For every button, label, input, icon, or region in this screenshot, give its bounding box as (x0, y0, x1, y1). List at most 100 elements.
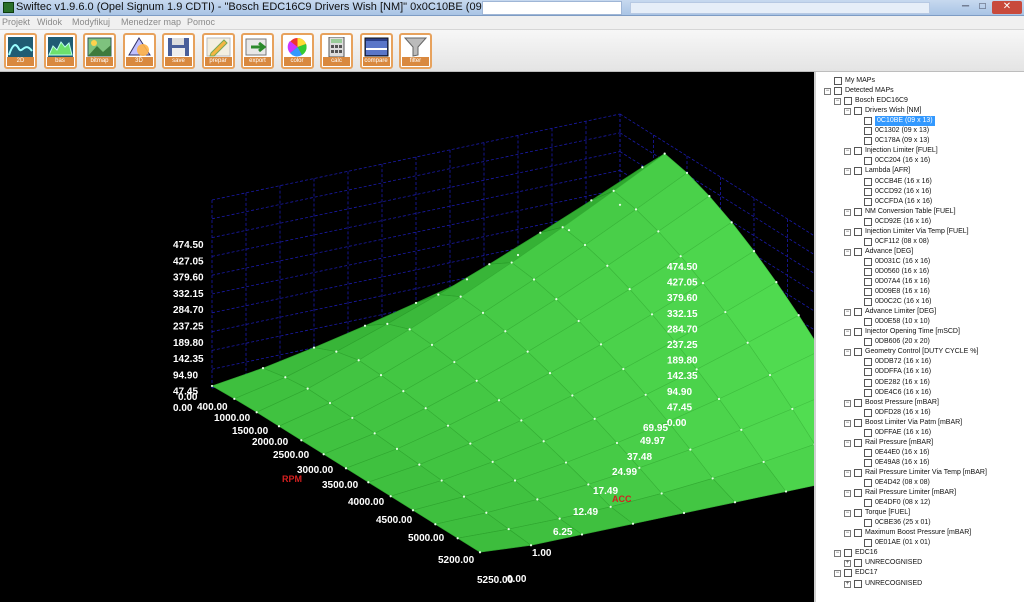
tree-checkbox[interactable] (854, 167, 862, 176)
toolbar-button-export[interactable]: export (241, 33, 274, 69)
tree-node[interactable]: + UNRECOGNISED (816, 579, 1024, 589)
tree-node[interactable]: − Lambda [AFR] (816, 166, 1024, 176)
tree-checkbox[interactable] (854, 418, 862, 427)
tree-map-item[interactable]: 0D031C (16 x 16) (816, 257, 1024, 267)
tree-checkbox[interactable] (864, 338, 872, 347)
tree-checkbox[interactable] (864, 197, 872, 206)
collapse-toggle-icon[interactable]: − (844, 108, 851, 116)
tree-map-item[interactable]: 0DE4C6 (16 x 16) (816, 388, 1024, 398)
tree-checkbox[interactable] (854, 328, 862, 337)
tree-checkbox[interactable] (844, 549, 852, 558)
toolbar-button-3d-shape[interactable]: 3D (122, 33, 156, 69)
tree-map-item[interactable]: 0CCB4E (16 x 16) (816, 177, 1024, 187)
tree-node[interactable]: − Rail Pressure Limiter [mBAR] (816, 488, 1024, 498)
collapse-toggle-icon[interactable]: − (844, 439, 851, 447)
tree-node[interactable]: My MAPs (816, 76, 1024, 86)
menu-menedzer-map[interactable]: Menedzer map (121, 17, 181, 27)
tree-map-item[interactable]: 0E4D42 (08 x 08) (816, 478, 1024, 488)
tree-checkbox[interactable] (854, 529, 862, 538)
tree-node[interactable]: − Boost Pressure [mBAR] (816, 398, 1024, 408)
tree-node[interactable]: − Torque [FUEL] (816, 508, 1024, 518)
collapse-toggle-icon[interactable]: − (834, 550, 841, 558)
tree-node[interactable]: − Advance [DEG] (816, 247, 1024, 257)
tree-checkbox[interactable] (864, 267, 872, 276)
tree-node[interactable]: − EDC16 (816, 548, 1024, 558)
tree-map-item[interactable]: 0CF112 (08 x 08) (816, 237, 1024, 247)
tree-checkbox[interactable] (864, 368, 872, 377)
tree-checkbox[interactable] (854, 509, 862, 518)
tree-map-item[interactable]: 0D0C2C (16 x 16) (816, 297, 1024, 307)
tree-checkbox[interactable] (854, 398, 862, 407)
tree-checkbox[interactable] (844, 569, 852, 578)
tree-checkbox[interactable] (864, 117, 872, 126)
tree-map-item[interactable]: 0CCFDA (16 x 16) (816, 197, 1024, 207)
tree-map-item[interactable]: 0CBE36 (25 x 01) (816, 518, 1024, 528)
menu-projekt[interactable]: Projekt (2, 17, 30, 27)
tree-map-item[interactable]: 0CCD92 (16 x 16) (816, 187, 1024, 197)
tree-map-item[interactable]: 0D0560 (16 x 16) (816, 267, 1024, 277)
expand-toggle-icon[interactable]: + (844, 580, 851, 588)
menu-widok[interactable]: Widok (37, 17, 62, 27)
tree-node[interactable]: − Boost Limiter Via Patm [mBAR] (816, 418, 1024, 428)
toolbar-button-floppy-disk[interactable]: save (162, 33, 195, 69)
collapse-toggle-icon[interactable]: − (844, 148, 851, 156)
toolbar-button-3d-graph[interactable]: bas (43, 33, 77, 69)
tree-checkbox[interactable] (854, 247, 862, 256)
tree-checkbox[interactable] (864, 288, 872, 297)
tree-checkbox[interactable] (834, 77, 842, 85)
tree-node[interactable]: − Injector Opening Time [mSCD] (816, 327, 1024, 337)
tree-node[interactable]: − Drivers Wish [NM] (816, 106, 1024, 116)
tree-map-item[interactable]: 0D0E58 (10 x 10) (816, 317, 1024, 327)
tree-checkbox[interactable] (864, 388, 872, 397)
tree-checkbox[interactable] (864, 519, 872, 528)
tree-map-item[interactable]: 0DDB72 (16 x 16) (816, 357, 1024, 367)
collapse-toggle-icon[interactable]: − (834, 570, 841, 578)
tree-checkbox[interactable] (854, 308, 862, 317)
toolbar-button-image[interactable]: bitmap (83, 33, 116, 69)
tree-map-item[interactable]: 0E01AE (01 x 01) (816, 538, 1024, 548)
tree-checkbox[interactable] (864, 187, 872, 196)
collapse-toggle-icon[interactable]: − (844, 399, 851, 407)
tree-map-item[interactable]: 0C1302 (09 x 13) (816, 126, 1024, 136)
tree-checkbox[interactable] (864, 499, 872, 508)
collapse-toggle-icon[interactable]: − (824, 88, 831, 96)
tree-checkbox[interactable] (864, 479, 872, 487)
collapse-toggle-icon[interactable]: − (844, 329, 851, 337)
tree-checkbox[interactable] (854, 489, 862, 498)
tree-checkbox[interactable] (864, 127, 872, 136)
tree-checkbox[interactable] (864, 358, 872, 367)
collapse-toggle-icon[interactable]: − (844, 490, 851, 498)
tree-node[interactable]: − Bosch EDC16C9 (816, 96, 1024, 106)
tree-checkbox[interactable] (864, 428, 872, 437)
expand-toggle-icon[interactable]: + (844, 560, 851, 568)
collapse-toggle-icon[interactable]: − (834, 98, 841, 106)
toolbar-button-funnel[interactable]: filter (399, 33, 432, 69)
tree-checkbox[interactable] (834, 87, 842, 96)
menu-modyfikuj[interactable]: Modyfikuj (72, 17, 110, 27)
tree-checkbox[interactable] (844, 97, 852, 106)
tree-checkbox[interactable] (864, 378, 872, 387)
collapse-toggle-icon[interactable]: − (844, 469, 851, 477)
tree-node[interactable]: − Maximum Boost Pressure [mBAR] (816, 528, 1024, 538)
tree-map-item[interactable]: 0DE282 (16 x 16) (816, 378, 1024, 388)
tree-checkbox[interactable] (854, 207, 862, 216)
tree-node[interactable]: − Advance Limiter [DEG] (816, 307, 1024, 317)
tree-checkbox[interactable] (864, 318, 872, 327)
tree-checkbox[interactable] (854, 579, 862, 588)
tree-map-item[interactable]: 0DDFFA (16 x 16) (816, 367, 1024, 377)
tree-checkbox[interactable] (864, 157, 872, 166)
collapse-toggle-icon[interactable]: − (844, 530, 851, 538)
tree-map-item[interactable]: 0E4DF0 (08 x 12) (816, 498, 1024, 508)
tree-node[interactable]: − Geometry Control [DUTY CYCLE %] (816, 347, 1024, 357)
collapse-toggle-icon[interactable]: − (844, 510, 851, 518)
tree-checkbox[interactable] (864, 237, 872, 246)
tree-checkbox[interactable] (854, 559, 862, 568)
tree-map-item[interactable]: 0D07A4 (16 x 16) (816, 277, 1024, 287)
tree-checkbox[interactable] (854, 107, 862, 116)
tree-node[interactable]: − Injection Limiter Via Temp [FUEL] (816, 227, 1024, 237)
tree-map-item[interactable]: 0E44E0 (16 x 16) (816, 448, 1024, 458)
tree-checkbox[interactable] (864, 137, 872, 146)
tree-checkbox[interactable] (864, 257, 872, 266)
tree-checkbox[interactable] (854, 227, 862, 236)
collapse-toggle-icon[interactable]: − (844, 228, 851, 236)
